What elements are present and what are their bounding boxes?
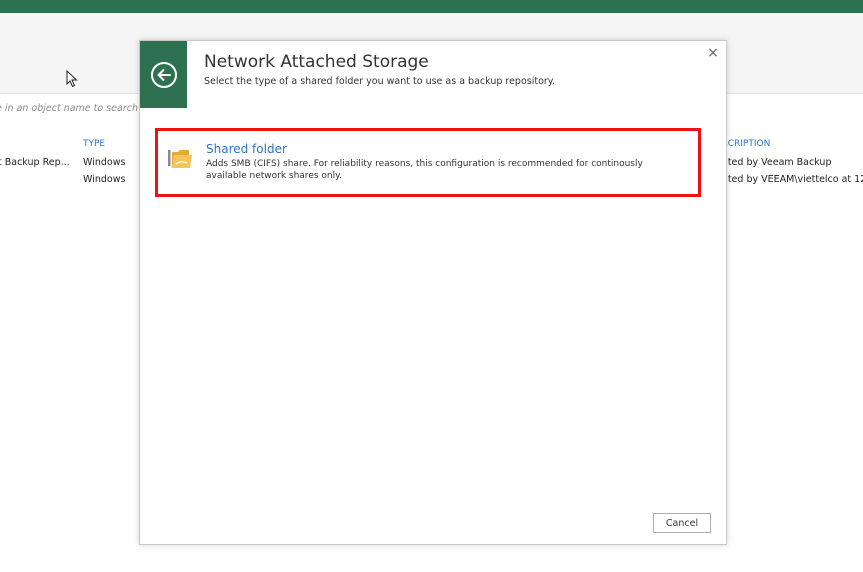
table-cell-type: Windows xyxy=(83,174,126,185)
shared-folder-title[interactable]: Shared folder xyxy=(206,142,287,156)
shared-folder-description: Adds SMB (CIFS) share. For reliability r… xyxy=(206,159,643,181)
back-arrow-icon xyxy=(150,61,177,88)
dialog-subtitle: Select the type of a shared folder you w… xyxy=(204,76,556,87)
close-button[interactable]: × xyxy=(705,45,721,61)
nas-dialog: Network Attached Storage Select the type… xyxy=(139,40,727,545)
table-cell-type: Windows xyxy=(83,157,126,168)
search-input-placeholder[interactable]: e in an object name to search fo xyxy=(0,103,150,114)
table-cell-description: ated by VEEAM\viettelco at 12/ xyxy=(722,174,863,185)
shared-folder-option[interactable]: Shared folder Adds SMB (CIFS) share. For… xyxy=(164,139,684,187)
app-title-bar xyxy=(0,0,863,13)
back-button[interactable] xyxy=(140,41,187,108)
mouse-cursor-icon xyxy=(66,70,78,88)
column-header-description[interactable]: SCRIPTION xyxy=(722,139,770,149)
cancel-button[interactable]: Cancel xyxy=(653,513,711,533)
dialog-header: Network Attached Storage Select the type… xyxy=(140,41,726,109)
shared-folder-icon xyxy=(168,150,192,168)
dialog-title: Network Attached Storage xyxy=(204,52,429,72)
column-header-type[interactable]: TYPE xyxy=(83,139,105,149)
table-cell-description: ated by Veeam Backup xyxy=(722,157,832,168)
table-cell-name: t Backup Rep... xyxy=(0,157,70,168)
